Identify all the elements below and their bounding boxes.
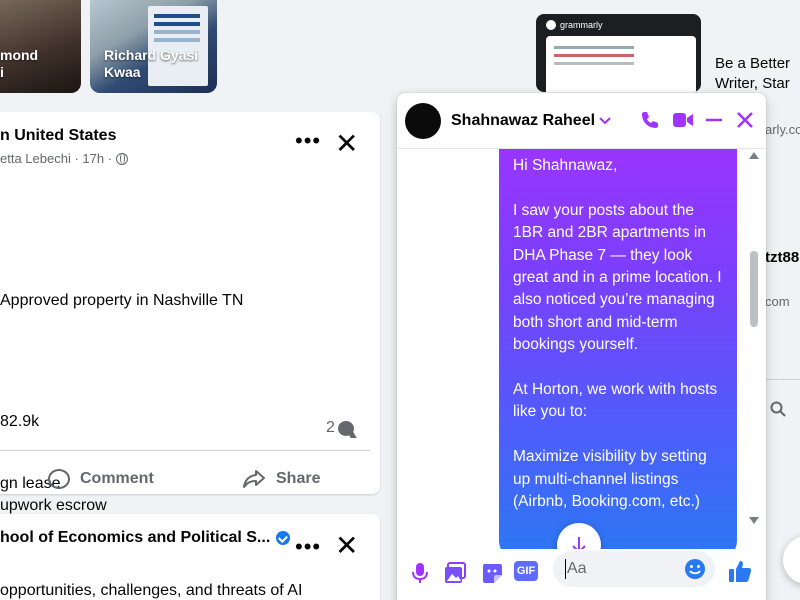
ad-title-line: Be a Better <box>715 55 791 72</box>
verified-badge-icon <box>276 530 291 545</box>
close-icon[interactable]: ✕ <box>335 532 358 560</box>
chat-header: Shahnawaz Raheel <box>397 93 766 149</box>
close-icon[interactable] <box>735 110 755 130</box>
post-meta: etta Lebechi · 17h · <box>0 151 129 166</box>
feed-post: n United States etta Lebechi · 17h · •••… <box>0 112 380 514</box>
message-input-placeholder: Aa <box>567 560 587 577</box>
chat-window: Shahnawaz Raheel Hi Shahnawaz, I saw you… <box>397 93 766 600</box>
new-message-button[interactable] <box>783 536 800 584</box>
more-options-button[interactable]: ••• <box>295 130 321 152</box>
message-bubble[interactable]: Hi Shahnawaz, I saw your posts about the… <box>499 149 737 549</box>
message-composer: GIF Aa <box>397 545 766 600</box>
message-paragraph: I saw your posts about the 1BR and 2BR a… <box>513 201 722 354</box>
thumbs-up-icon[interactable] <box>728 559 752 583</box>
more-options-button[interactable]: ••• <box>295 536 321 558</box>
comment-count[interactable]: 2 <box>326 419 354 437</box>
post-text-line: Approved property in Nashville TN <box>0 292 244 309</box>
ad-domain: arly.co <box>765 122 800 137</box>
globe-icon <box>116 152 129 165</box>
post-author-time[interactable]: etta Lebechi · 17h · <box>0 151 112 166</box>
video-call-icon[interactable] <box>672 110 694 130</box>
story-card[interactable]: mond i <box>0 0 81 93</box>
ad-title[interactable]: Be a Better Writer, Star <box>715 54 790 94</box>
gif-button[interactable]: GIF <box>514 561 538 581</box>
contact-name[interactable]: tzt88 <box>765 249 799 266</box>
scrollbar-thumb[interactable] <box>750 251 758 327</box>
chevron-down-icon[interactable] <box>598 114 612 128</box>
share-button[interactable]: Share <box>242 469 320 489</box>
message-list[interactable]: Hi Shahnawaz, I saw your posts about the… <box>397 149 766 549</box>
comment-label: Comment <box>80 470 154 487</box>
ad-brand-name: grammarly <box>560 20 603 30</box>
gif-label: GIF <box>516 565 536 577</box>
scrollbar-up-arrow-icon[interactable] <box>749 151 759 159</box>
comment-bubble-icon <box>337 420 354 436</box>
story-name: mond i <box>0 47 39 80</box>
microphone-icon[interactable] <box>412 562 428 584</box>
feed-post: hool of Economics and Political S... •••… <box>0 514 380 600</box>
post-text-line: upwork escrow <box>0 497 107 514</box>
photo-icon[interactable] <box>444 562 466 584</box>
share-label: Share <box>276 470 321 487</box>
ad-brand: grammarly <box>546 20 603 30</box>
comment-icon <box>48 469 70 489</box>
phone-icon[interactable] <box>640 110 660 130</box>
sticker-icon[interactable] <box>481 562 503 584</box>
divider <box>765 379 800 380</box>
message-paragraph: Maximize visibility by setting up multi-… <box>513 448 707 511</box>
post-page-name: hool of Economics and Political S... <box>0 529 271 546</box>
grammarly-logo-icon <box>546 20 556 30</box>
post-group-title[interactable]: n United States <box>0 127 116 145</box>
minimize-icon[interactable] <box>704 110 724 130</box>
scrollbar-down-arrow-icon[interactable] <box>749 517 759 525</box>
contact-sub: com <box>765 294 790 309</box>
chat-contact-name[interactable]: Shahnawaz Raheel <box>451 112 595 130</box>
divider <box>0 450 370 451</box>
comment-button[interactable]: Comment <box>48 469 154 489</box>
post-page-title[interactable]: hool of Economics and Political S... <box>0 529 291 547</box>
message-paragraph: At Horton, we work with hosts like you t… <box>513 381 718 421</box>
ad-title-line: Writer, Star <box>715 75 790 92</box>
post-text-line: opportunities, challenges, and threats o… <box>0 582 303 599</box>
text-caret <box>565 559 566 579</box>
share-icon <box>243 470 265 488</box>
ad-document-preview <box>546 36 696 92</box>
sponsored-image[interactable]: grammarly <box>536 14 701 92</box>
story-card[interactable]: Richard Gyasi Kwaa <box>90 0 217 93</box>
post-text-line: 82.9k <box>0 413 40 430</box>
message-paragraph: Hi Shahnawaz, <box>513 157 618 174</box>
avatar[interactable] <box>405 103 441 139</box>
comment-count-value: 2 <box>326 419 335 436</box>
close-icon[interactable]: ✕ <box>335 130 358 158</box>
search-icon[interactable] <box>770 401 786 417</box>
message-input[interactable]: Aa <box>553 551 715 587</box>
story-name: Richard Gyasi Kwaa <box>104 47 199 80</box>
emoji-icon[interactable] <box>684 558 706 580</box>
